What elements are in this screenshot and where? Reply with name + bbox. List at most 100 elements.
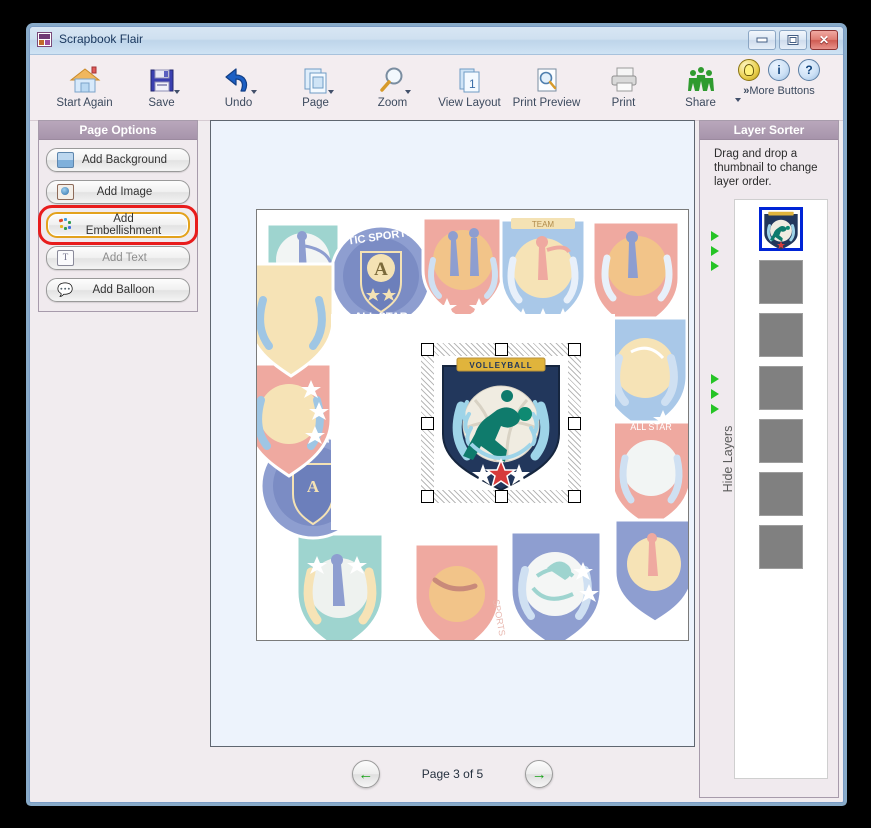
toolbar-button-zoom[interactable]: Zoom	[354, 57, 431, 109]
add-image-button[interactable]: Add Image	[46, 180, 190, 204]
more-buttons[interactable]: »More Buttons	[723, 85, 835, 102]
chevron-down-icon[interactable]	[250, 90, 257, 94]
add-balloon-button[interactable]: 💬 Add Balloon	[46, 278, 190, 302]
page-options-panel: Page Options Add Background Add Image Ad…	[38, 120, 198, 312]
previous-page-button[interactable]: ←	[351, 760, 380, 788]
resize-handle-nw[interactable]	[421, 343, 434, 356]
arrow-right-icon[interactable]	[711, 404, 719, 414]
canvas-workspace[interactable]: A TIC SPORTS ALL STAR	[210, 120, 695, 747]
help-question-icon[interactable]: ?	[798, 59, 820, 81]
arrow-right-icon[interactable]	[711, 231, 719, 241]
magnifier-icon	[354, 57, 431, 95]
layer-thumbnail[interactable]	[759, 313, 803, 357]
text-icon: T	[57, 250, 74, 266]
resize-handle-s[interactable]	[494, 490, 508, 503]
add-embellishment-highlight-wrapper: Add Embellishment	[38, 205, 198, 245]
toolbar-button-start-again[interactable]: Start Again	[46, 57, 123, 109]
toolbar-buttons: Start Again Save Undo Page Zoom 1 View L…	[46, 57, 739, 109]
layer-thumbnail[interactable]	[759, 366, 803, 410]
arrow-right-icon[interactable]	[711, 246, 719, 256]
toolbar-button-view-layout[interactable]: 1 View Layout	[431, 57, 508, 109]
chevron-down-icon[interactable]	[404, 90, 411, 94]
printer-icon	[585, 57, 662, 95]
close-icon: ✕	[818, 33, 830, 47]
add-background-button[interactable]: Add Background	[46, 148, 190, 172]
layer-thumbnail[interactable]	[759, 472, 803, 516]
main-toolbar: Start Again Save Undo Page Zoom 1 View L…	[30, 55, 843, 121]
layer-thumbnail[interactable]	[759, 419, 803, 463]
svg-text:A: A	[307, 477, 320, 496]
svg-text:A: A	[374, 259, 388, 280]
button-label: Add Text	[102, 252, 147, 264]
embellishment-icon	[58, 218, 73, 232]
app-icon	[37, 32, 52, 47]
toolbar-button-print[interactable]: Print	[585, 57, 662, 109]
arrow-right-icon[interactable]	[711, 374, 719, 384]
hide-layers-label: Hide Layers	[721, 425, 735, 493]
close-button[interactable]: ✕	[810, 30, 838, 50]
svg-text:ALL STAR: ALL STAR	[630, 422, 672, 432]
toolbar-label: Page	[302, 97, 329, 109]
info-icon[interactable]: i	[768, 59, 790, 81]
toolbar-label: View Layout	[438, 97, 501, 109]
layer-thumbnail[interactable]	[759, 260, 803, 304]
lightbulb-tip-icon[interactable]	[738, 59, 760, 81]
page-sheet[interactable]: A TIC SPORTS ALL STAR	[256, 209, 689, 641]
left-arrow-icon: ←	[358, 765, 374, 783]
toolbar-label: Print	[611, 97, 636, 109]
page-indicator: Page 3 of 5	[421, 767, 484, 781]
layer-thumbnail-list[interactable]	[734, 199, 828, 779]
minimize-button[interactable]	[748, 30, 776, 50]
layer-thumbnail[interactable]	[759, 525, 803, 569]
resize-handle-sw[interactable]	[421, 490, 434, 503]
minimize-icon	[756, 37, 768, 43]
layout-icon: 1	[431, 57, 508, 95]
toolbar-button-undo[interactable]: Undo	[200, 57, 277, 109]
move-layer-up-arrows[interactable]	[711, 231, 719, 271]
resize-handle-n[interactable]	[494, 343, 508, 356]
volleyball-emblem-thumbnail[interactable]	[759, 207, 803, 251]
chevron-down-icon[interactable]	[327, 90, 334, 94]
button-label: Add Background	[81, 154, 168, 166]
application-window: Scrapbook Flair ✕ Start Again Save Undo …	[29, 26, 844, 803]
toolbar-button-save[interactable]: Save	[123, 57, 200, 109]
hide-layers-control[interactable]: Hide Layers	[702, 121, 735, 797]
svg-text:1: 1	[469, 77, 476, 91]
add-embellishment-button[interactable]: Add Embellishment	[46, 212, 190, 238]
volleyball-emblem[interactable]: VOLLEYBALL	[435, 352, 567, 494]
button-label: Add Image	[96, 186, 153, 198]
pages-icon	[277, 57, 354, 95]
button-label: Add Embellishment	[85, 213, 162, 237]
page-options-title: Page Options	[39, 121, 197, 140]
maximize-icon	[787, 35, 799, 45]
resize-handle-w[interactable]	[421, 416, 434, 430]
chevron-down-icon[interactable]	[735, 98, 741, 102]
more-buttons-label: More Buttons	[749, 85, 815, 97]
resize-handle-ne[interactable]	[568, 343, 581, 356]
home-icon	[46, 57, 123, 95]
toolbar-label: Print Preview	[512, 97, 581, 109]
button-label: Add Balloon	[92, 284, 155, 296]
selection-frame[interactable]: VOLLEYBALL	[421, 343, 581, 503]
title-bar: Scrapbook Flair ✕	[30, 27, 843, 55]
layer-sorter-panel: Layer Sorter Drag and drop a thumbnail t…	[699, 120, 839, 798]
info-glyph: i	[777, 63, 781, 77]
toolbar-label: Start Again	[56, 97, 113, 109]
floppy-disk-icon	[123, 57, 200, 95]
toolbar-button-page[interactable]: Page	[277, 57, 354, 109]
next-page-button[interactable]: →	[525, 760, 554, 788]
page-options-sidebar: Page Options Add Background Add Image Ad…	[38, 120, 198, 312]
balloon-icon: 💬	[57, 282, 74, 297]
move-layer-down-arrows[interactable]	[711, 374, 719, 414]
add-text-button[interactable]: T Add Text	[46, 246, 190, 270]
toolbar-button-print-preview[interactable]: Print Preview	[508, 57, 585, 109]
background-icon	[57, 152, 74, 168]
arrow-right-icon[interactable]	[711, 261, 719, 271]
resize-handle-se[interactable]	[568, 490, 581, 503]
arrow-right-icon[interactable]	[711, 389, 719, 399]
toolbar-label: Save	[148, 97, 175, 109]
resize-handle-e[interactable]	[568, 416, 581, 430]
maximize-button[interactable]	[779, 30, 807, 50]
chevron-down-icon[interactable]	[173, 90, 180, 94]
svg-text:TEAM: TEAM	[532, 220, 555, 229]
